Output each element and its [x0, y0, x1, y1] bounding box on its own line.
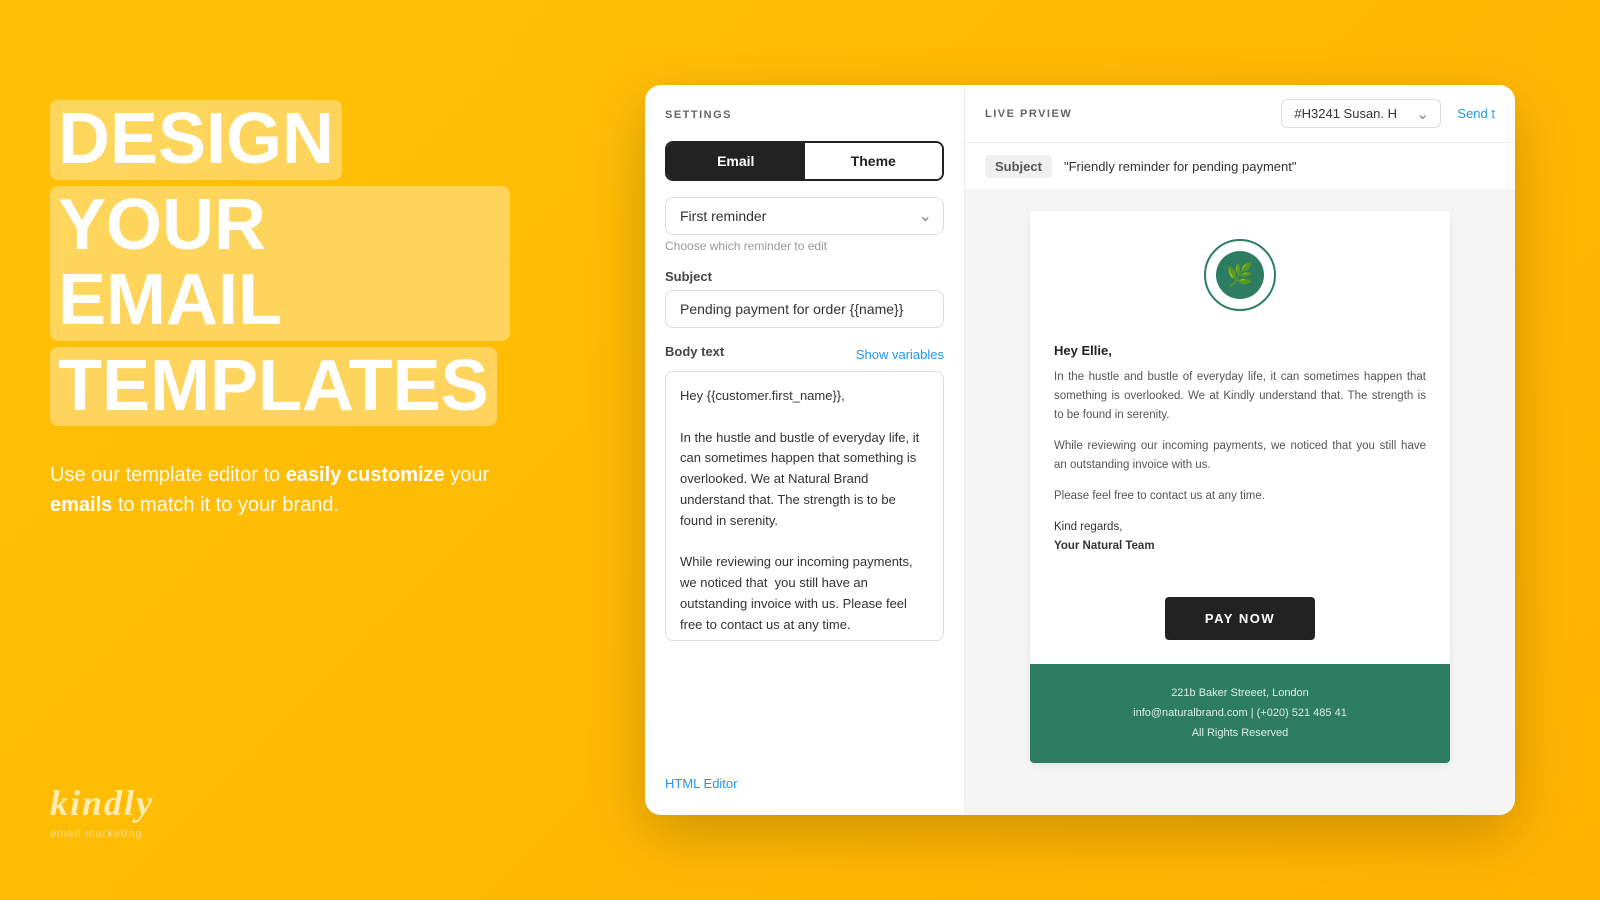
title-line3: TEMPLATES: [50, 347, 497, 427]
brand-logo-inner: 🌿: [1216, 251, 1264, 299]
hero-text: DESIGN YOUR EMAIL TEMPLATES Use our temp…: [50, 100, 510, 520]
title-line1: DESIGN: [50, 100, 342, 180]
left-panel: DESIGN YOUR EMAIL TEMPLATES Use our temp…: [0, 0, 560, 900]
email-paragraph1: In the hustle and bustle of everyday lif…: [1054, 368, 1426, 425]
preview-title: LIVE PRVIEW: [985, 108, 1265, 120]
brand-section: kindly email marketing: [50, 782, 510, 840]
footer-rights: All Rights Reserved: [1046, 724, 1434, 744]
email-greeting: Hey Ellie,: [1054, 343, 1426, 358]
email-footer: 221b Baker Streeet, London info@naturalb…: [1030, 664, 1450, 763]
reminder-hint: Choose which reminder to edit: [665, 239, 944, 253]
body-text-header: Body text Show variables: [665, 344, 944, 365]
body-textarea[interactable]: Hey {{customer.first_name}}, In the hust…: [665, 371, 944, 641]
email-paragraph3: Please feel free to contact us at any ti…: [1054, 487, 1426, 506]
hero-title: DESIGN YOUR EMAIL TEMPLATES: [50, 100, 510, 432]
settings-panel: SETTINGS Email Theme First reminder Seco…: [645, 85, 965, 815]
settings-title: SETTINGS: [665, 109, 944, 121]
tab-theme[interactable]: Theme: [805, 143, 943, 179]
body-field-label: Body text: [665, 344, 724, 359]
subtitle-bold1: easily customize: [286, 464, 445, 486]
pay-now-button[interactable]: PAY NOW: [1165, 597, 1315, 640]
email-body-text: Hey Ellie, In the hustle and bustle of e…: [1030, 327, 1450, 581]
brand-logo: kindly: [50, 782, 510, 824]
email-logo-section: 🌿: [1030, 211, 1450, 327]
title-line2: YOUR EMAIL: [50, 186, 510, 341]
right-panel: SETTINGS Email Theme First reminder Seco…: [560, 0, 1600, 900]
signature-line1: Kind regards,: [1054, 518, 1426, 538]
signature-line2: Your Natural Team: [1054, 540, 1155, 552]
preview-panel: LIVE PRVIEW #H3241 Susan. H Send t Subje…: [965, 85, 1515, 815]
html-editor-link[interactable]: HTML Editor: [665, 760, 944, 791]
reminder-field: First reminder Second reminder Third rem…: [665, 197, 944, 253]
email-preview-body: 🌿 Hey Ellie, In the hustle and bustle of…: [965, 191, 1515, 815]
email-signature: Kind regards, Your Natural Team: [1054, 518, 1426, 557]
subtitle-bold2: emails: [50, 494, 112, 516]
contact-selector[interactable]: #H3241 Susan. H: [1281, 99, 1441, 128]
subject-input[interactable]: [665, 290, 944, 328]
brand-logo-circle: 🌿: [1204, 239, 1276, 311]
brand-tagline: email marketing: [50, 828, 510, 840]
subject-field-label: Subject: [665, 269, 944, 284]
preview-subject-value: "Friendly reminder for pending payment": [1064, 159, 1297, 174]
leaf-icon: 🌿: [1226, 262, 1253, 288]
hero-subtitle: Use our template editor to easily custom…: [50, 460, 510, 520]
tab-email[interactable]: Email: [667, 143, 805, 179]
email-card: 🌿 Hey Ellie, In the hustle and bustle of…: [1030, 211, 1450, 763]
subject-bar: Subject "Friendly reminder for pending p…: [965, 143, 1515, 191]
footer-email-phone: info@naturalbrand.com | (+020) 521 485 4…: [1046, 704, 1434, 724]
tab-switcher: Email Theme: [665, 141, 944, 181]
footer-address: 221b Baker Streeet, London: [1046, 684, 1434, 704]
reminder-select-wrapper[interactable]: First reminder Second reminder Third rem…: [665, 197, 944, 235]
send-link[interactable]: Send t: [1457, 106, 1495, 121]
subject-label-badge: Subject: [985, 155, 1052, 178]
preview-header: LIVE PRVIEW #H3241 Susan. H Send t: [965, 85, 1515, 143]
contact-select-wrapper[interactable]: #H3241 Susan. H: [1281, 99, 1441, 128]
subject-field: Subject: [665, 269, 944, 328]
reminder-select[interactable]: First reminder Second reminder Third rem…: [665, 197, 944, 235]
body-field: Body text Show variables Hey {{customer.…: [665, 344, 944, 646]
pay-btn-wrapper: PAY NOW: [1030, 581, 1450, 664]
email-paragraph2: While reviewing our incoming payments, w…: [1054, 437, 1426, 475]
show-variables-link[interactable]: Show variables: [856, 347, 944, 362]
main-card: SETTINGS Email Theme First reminder Seco…: [645, 85, 1515, 815]
